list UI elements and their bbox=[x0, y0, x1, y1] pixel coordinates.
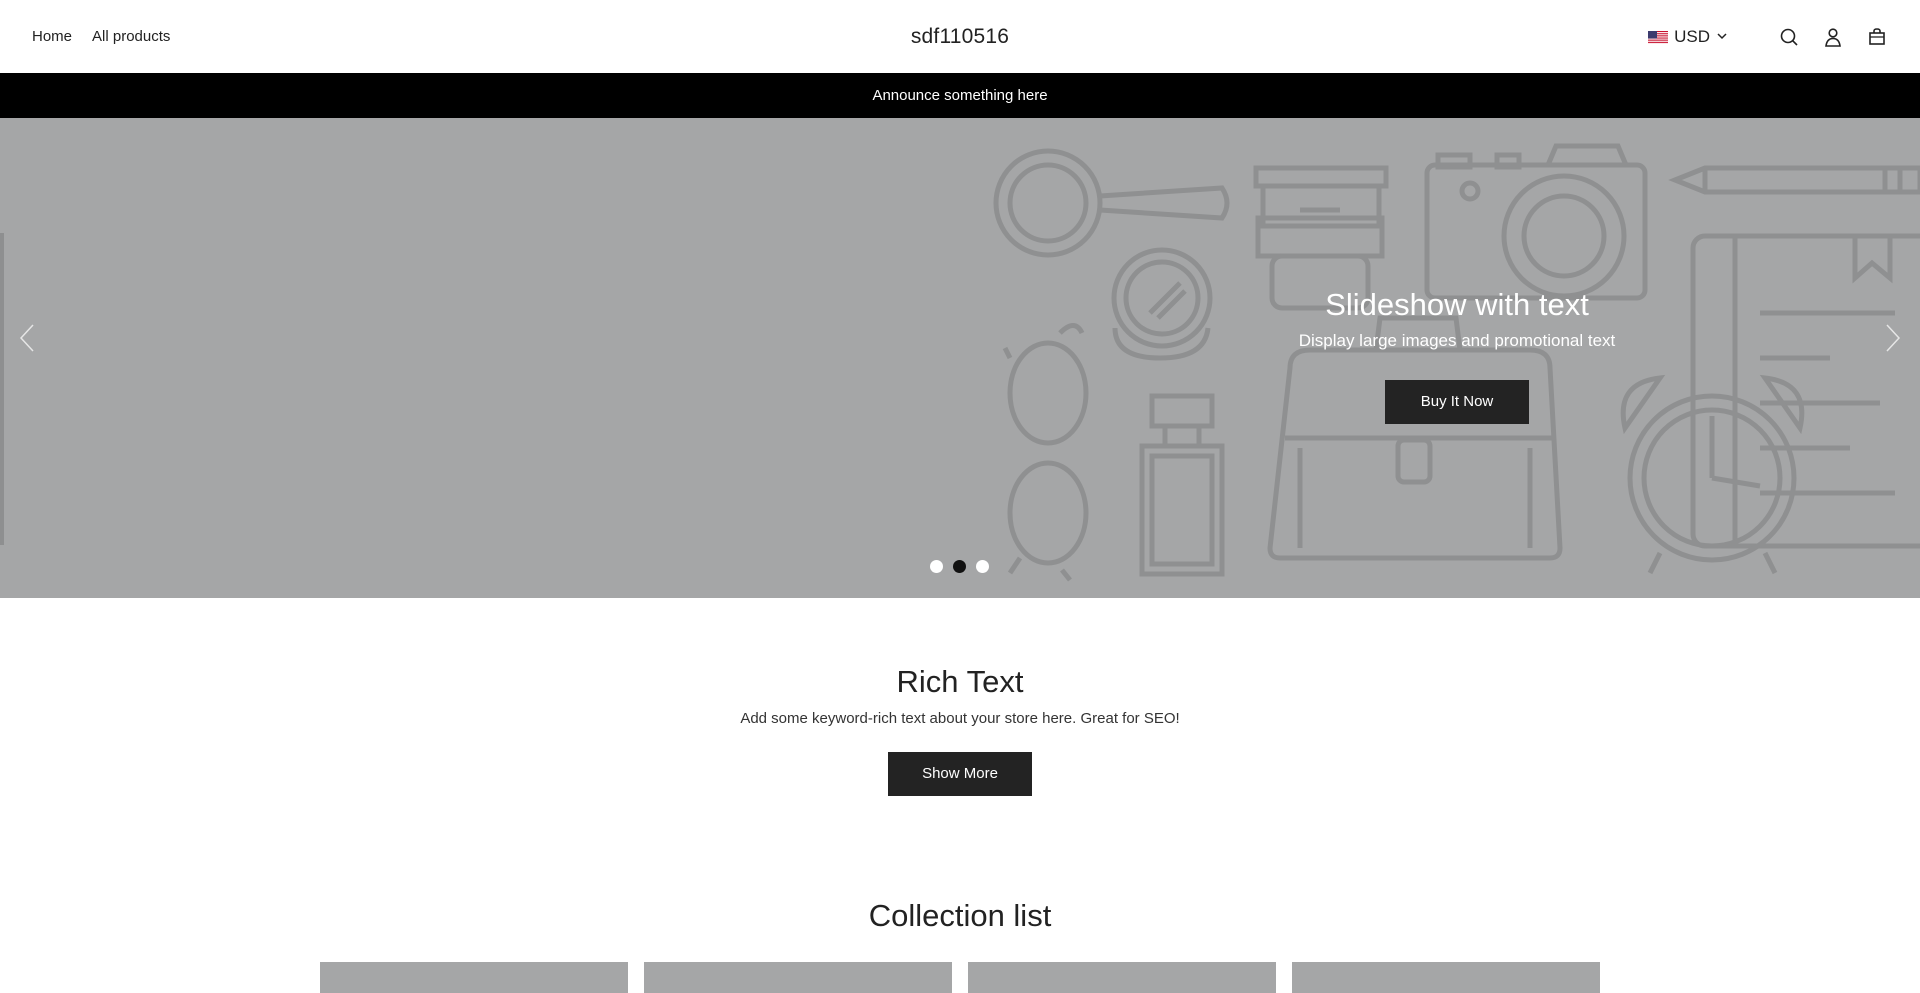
slide-background-illustration bbox=[993, 143, 1920, 582]
collection-cards bbox=[320, 962, 1600, 993]
slide-dot-2[interactable] bbox=[953, 560, 966, 573]
collection-list-title: Collection list bbox=[868, 898, 1052, 933]
currency-code: USD bbox=[1674, 26, 1710, 46]
nav-all-products-link[interactable]: All products bbox=[92, 28, 170, 45]
store-logo-text[interactable]: sdf110516 bbox=[911, 25, 1009, 49]
rich-text-body: Add some keyword-rich text about your st… bbox=[740, 710, 1180, 727]
collection-card[interactable] bbox=[1292, 962, 1600, 993]
announcement-bar: Announce something here bbox=[0, 73, 1920, 118]
buy-it-now-button[interactable]: Buy It Now bbox=[1385, 380, 1529, 424]
header-actions: USD bbox=[1648, 0, 1888, 73]
slide-dot-3[interactable] bbox=[976, 560, 989, 573]
slideshow: Slideshow with text Display large images… bbox=[0, 118, 1920, 598]
brand-container: sdf110516 bbox=[0, 0, 1920, 73]
slide-edge-divider bbox=[0, 233, 4, 545]
slide-dot-1[interactable] bbox=[930, 560, 943, 573]
collection-card[interactable] bbox=[644, 962, 952, 993]
search-icon[interactable] bbox=[1778, 26, 1800, 48]
rich-text-section: Rich Text Add some keyword-rich text abo… bbox=[0, 664, 1920, 727]
chevron-down-icon bbox=[1716, 27, 1728, 47]
slide-prev-arrow-icon[interactable] bbox=[12, 318, 42, 358]
site-header: Home All products sdf110516 USD bbox=[0, 0, 1920, 73]
rich-text-title: Rich Text bbox=[896, 664, 1024, 699]
cart-icon[interactable] bbox=[1866, 26, 1888, 48]
nav-home-link[interactable]: Home bbox=[32, 28, 72, 45]
show-more-button[interactable]: Show More bbox=[888, 752, 1032, 796]
slide-title: Slideshow with text bbox=[1325, 287, 1589, 322]
us-flag-icon bbox=[1648, 30, 1669, 44]
slide-next-arrow-icon[interactable] bbox=[1878, 318, 1908, 358]
collection-card[interactable] bbox=[968, 962, 1276, 993]
slide-subtitle: Display large images and promotional tex… bbox=[1298, 331, 1616, 351]
announcement-text: Announce something here bbox=[872, 87, 1048, 104]
collection-card[interactable] bbox=[320, 962, 628, 993]
account-icon[interactable] bbox=[1822, 26, 1844, 48]
currency-selector[interactable]: USD bbox=[1648, 27, 1728, 47]
slide-caption: Slideshow with text Display large images… bbox=[1257, 286, 1657, 351]
main-nav: Home All products bbox=[32, 0, 170, 73]
slide-pagination bbox=[930, 560, 989, 573]
